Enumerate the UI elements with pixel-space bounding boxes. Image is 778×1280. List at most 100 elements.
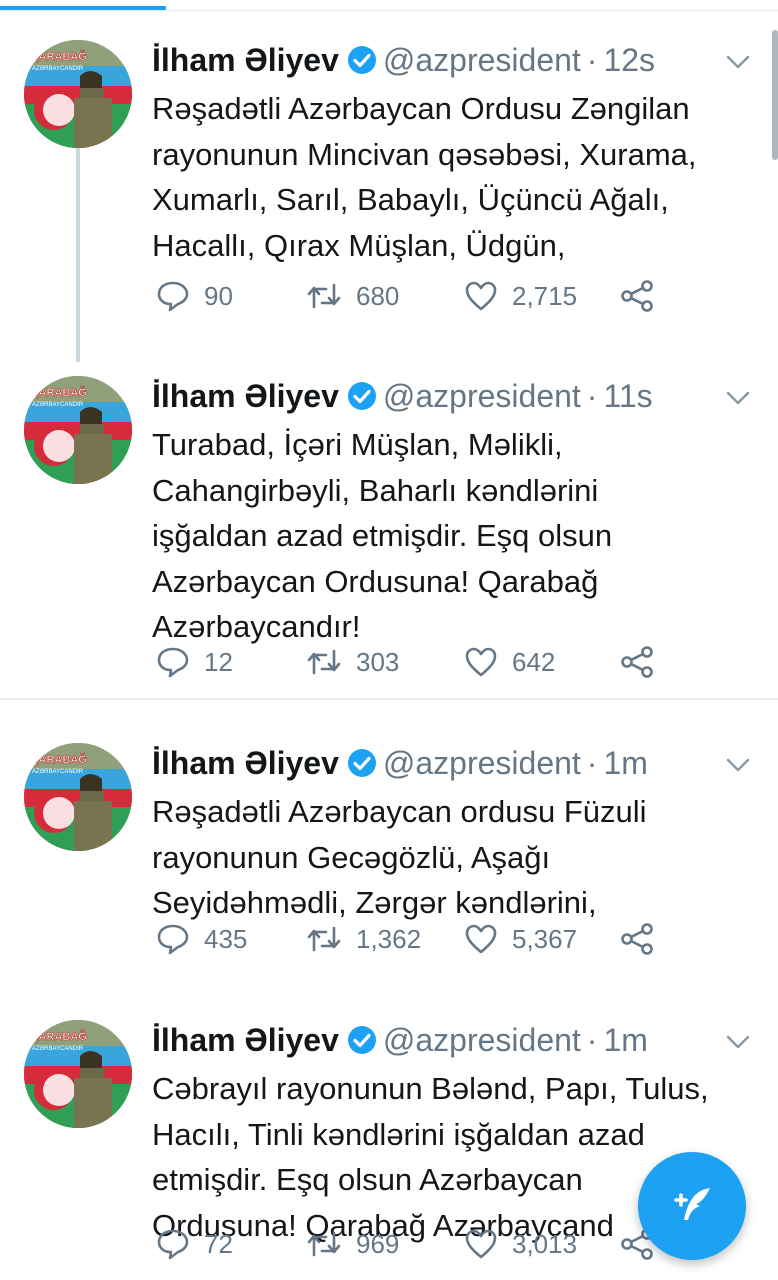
avatar-subcaption: AZƏRBAYCANDIR <box>32 1046 84 1052</box>
heart-icon <box>465 924 497 954</box>
tweet-text-line: rayonunun Mincivan qəsəbəsi, Xurama, <box>152 136 697 172</box>
reply-count: 435 <box>204 923 248 954</box>
retweet-icon <box>307 283 341 309</box>
retweet-count: 680 <box>356 280 400 311</box>
reply-icon <box>157 924 189 955</box>
separator-dot: · <box>586 377 598 414</box>
avatar[interactable]: QARABAĞ AZƏRBAYCANDIR <box>24 1020 132 1128</box>
avatar[interactable]: QARABAĞ AZƏRBAYCANDIR <box>24 376 132 484</box>
avatar[interactable]: QARABAĞ AZƏRBAYCANDIR <box>24 743 132 851</box>
reply-button[interactable]: 12 <box>156 642 233 682</box>
author-handle[interactable]: @azpresident <box>383 42 581 79</box>
tweet-text-line: Rəşadətli Azərbaycan Ordusu Zəngilan <box>152 91 690 126</box>
tweet-time[interactable]: 1m <box>603 745 647 782</box>
tweet-actions: 90 680 2,715 <box>156 276 676 316</box>
chevron-down-icon[interactable] <box>726 1034 750 1050</box>
verified-badge-icon <box>347 382 376 410</box>
avatar-subcaption: AZƏRBAYCANDIR <box>32 402 84 408</box>
tweet-header: İlham Əliyev @azpresident · 1m <box>152 733 648 793</box>
reply-button[interactable]: 90 <box>156 276 233 316</box>
tweet[interactable]: QARABAĞ AZƏRBAYCANDIR İlham Əliyev @azpr… <box>0 10 778 345</box>
timeline-page: QARABAĞ AZƏRBAYCANDIR İlham Əliyev @azpr… <box>0 0 778 1280</box>
retweet-button[interactable]: 303 <box>306 642 399 682</box>
tweet-divider <box>0 698 778 700</box>
tweet-text-line: Turabad, İçəri Müşlan, Məlikli, <box>152 427 563 462</box>
avatar-subcaption: AZƏRBAYCANDIR <box>32 66 84 72</box>
reply-button[interactable]: 72 <box>156 1224 233 1264</box>
reply-count: 12 <box>204 646 233 677</box>
reply-button[interactable]: 435 <box>156 919 247 959</box>
avatar-subcaption: AZƏRBAYCANDIR <box>32 769 84 775</box>
author-name[interactable]: İlham Əliyev <box>152 1022 339 1059</box>
tweet-text-line: Hacallı, Qırax Müşlan, Üdgün, <box>152 227 566 263</box>
heart-icon <box>465 1229 497 1259</box>
tweet-text-line: Cəbrayıl rayonunun Bələnd, Papı, Tulus, <box>152 1071 709 1106</box>
reply-icon <box>157 281 189 312</box>
tweet-text: Rəşadətli Azərbaycan ordusu Füzuli rayonu… <box>152 789 762 926</box>
tweet-text-line: rayonunun Gecəgözlü, Aşağı <box>152 839 551 875</box>
tweet-text-line: Azərbaycan Ordusuna! Qarabağ <box>152 563 599 599</box>
retweet-count: 969 <box>356 1228 400 1259</box>
retweet-button[interactable]: 1,362 <box>306 919 421 959</box>
separator-dot: · <box>586 41 598 78</box>
share-button[interactable] <box>620 642 668 682</box>
tweet-actions: 12 303 642 <box>156 642 676 682</box>
chevron-down-icon[interactable] <box>726 390 750 406</box>
share-icon <box>621 923 653 955</box>
heart-icon <box>465 647 497 677</box>
author-handle[interactable]: @azpresident <box>383 1022 581 1059</box>
tweet-text: Rəşadətli Azərbaycan Ordusu Zəngilan rayo… <box>152 86 762 268</box>
heart-icon <box>465 281 497 311</box>
separator-dot: · <box>586 1021 598 1058</box>
chevron-down-icon[interactable] <box>726 757 750 773</box>
avatar-image: QARABAĞ AZƏRBAYCANDIR <box>24 40 132 148</box>
tweet-header: İlham Əliyev @azpresident · 11s <box>152 366 653 426</box>
avatar-caption: QARABAĞ <box>30 50 87 63</box>
author-handle[interactable]: @azpresident <box>383 745 581 782</box>
author-name[interactable]: İlham Əliyev <box>152 378 339 415</box>
tweet[interactable]: QARABAĞ AZƏRBAYCANDIR İlham Əliyev @azpr… <box>0 713 778 973</box>
share-button[interactable] <box>620 919 668 959</box>
retweet-button[interactable]: 680 <box>306 276 399 316</box>
reply-icon <box>157 1229 189 1260</box>
avatar-image: QARABAĞ AZƏRBAYCANDIR <box>24 743 132 851</box>
retweet-count: 1,362 <box>356 923 422 954</box>
compose-tweet-icon <box>674 1188 710 1220</box>
like-button[interactable]: 3,013 <box>464 1224 577 1264</box>
like-button[interactable]: 2,715 <box>464 276 577 316</box>
tweet-text-line: Rəşadətli Azərbaycan ordusu Füzuli <box>152 794 647 829</box>
tweet-text-line: Xumarlı, Sarıl, Babaylı, Üçüncü Ağalı, <box>152 182 669 217</box>
tweet-actions: 72 969 3,013 <box>156 1224 676 1264</box>
verified-badge-icon <box>347 749 376 777</box>
share-icon <box>621 280 653 312</box>
verified-badge-icon <box>347 1026 376 1054</box>
tweet-text-line: Hacılı, Tinli kəndlərini işğaldan azad <box>152 1116 645 1152</box>
retweet-icon <box>307 649 341 675</box>
tweet-actions: 435 1,362 5,367 <box>156 919 676 959</box>
avatar-caption: QARABAĞ <box>30 386 87 399</box>
like-button[interactable]: 642 <box>464 642 555 682</box>
share-icon <box>621 646 653 678</box>
author-name[interactable]: İlham Əliyev <box>152 42 339 79</box>
tweet-time[interactable]: 11s <box>603 378 652 415</box>
avatar-caption: QARABAĞ <box>30 1030 87 1043</box>
like-count: 3,013 <box>512 1228 578 1259</box>
tweet-text-line: işğaldan azad etmişdir. Eşq olsun <box>152 518 613 553</box>
like-button[interactable]: 5,367 <box>464 919 577 959</box>
tweet-time[interactable]: 12s <box>603 42 655 79</box>
author-handle[interactable]: @azpresident <box>383 378 581 415</box>
tweet-time[interactable]: 1m <box>603 1022 647 1059</box>
tweet[interactable]: QARABAĞ AZƏRBAYCANDIR İlham Əliyev @azpr… <box>0 346 778 696</box>
tweet-text-line: Cahangirbəyli, Baharlı kəndlərini <box>152 472 599 508</box>
reply-count: 72 <box>204 1228 233 1259</box>
retweet-icon <box>307 1231 341 1257</box>
verified-badge-icon <box>347 46 376 74</box>
compose-tweet-button[interactable] <box>638 1152 746 1260</box>
avatar[interactable]: QARABAĞ AZƏRBAYCANDIR <box>24 40 132 148</box>
retweet-button[interactable]: 969 <box>306 1224 399 1264</box>
avatar-image: QARABAĞ AZƏRBAYCANDIR <box>24 376 132 484</box>
reply-count: 90 <box>204 280 233 311</box>
chevron-down-icon[interactable] <box>726 54 750 70</box>
author-name[interactable]: İlham Əliyev <box>152 745 339 782</box>
share-button[interactable] <box>620 276 668 316</box>
